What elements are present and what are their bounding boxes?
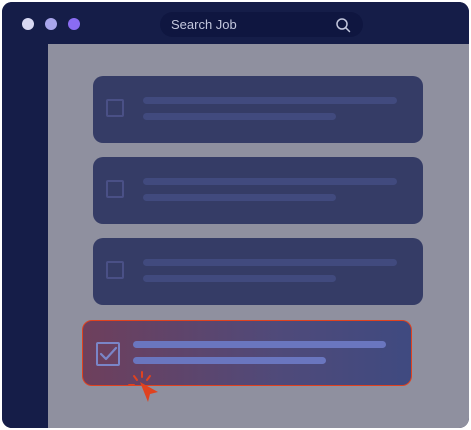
search-icon[interactable] [335, 17, 351, 33]
sidebar [2, 44, 48, 428]
text-placeholder-line [133, 357, 326, 364]
checked-checkbox-icon[interactable] [95, 341, 121, 367]
pointer-click-icon [128, 371, 158, 402]
text-placeholder-line [143, 275, 336, 282]
title-bar: Search Job [2, 2, 469, 44]
window-dot-1[interactable] [22, 18, 34, 30]
job-item-2[interactable] [93, 157, 423, 224]
window-dot-2[interactable] [45, 18, 57, 30]
text-placeholder-line [143, 113, 336, 120]
text-placeholder-line [143, 97, 397, 104]
text-placeholder-line [143, 194, 336, 201]
text-placeholder-line [143, 178, 397, 185]
search-input[interactable]: Search Job [160, 12, 363, 37]
window-dot-3[interactable] [68, 18, 80, 30]
search-placeholder: Search Job [171, 17, 237, 32]
checkbox[interactable] [106, 99, 124, 117]
text-placeholder-line [133, 341, 386, 348]
job-item-3[interactable] [93, 238, 423, 305]
checkbox[interactable] [106, 180, 124, 198]
text-placeholder-line [143, 259, 397, 266]
job-item-1[interactable] [93, 76, 423, 143]
checkbox[interactable] [106, 261, 124, 279]
